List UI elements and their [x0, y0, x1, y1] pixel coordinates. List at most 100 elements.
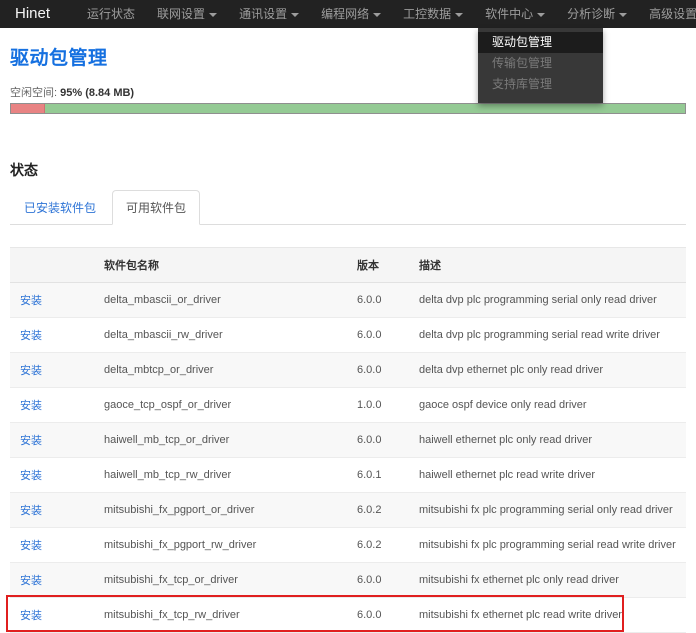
- dropdown-menu-item-label: 传输包管理: [492, 56, 552, 70]
- dropdown-menu-item[interactable]: 驱动包管理: [478, 32, 603, 53]
- progress-used-segment: [11, 104, 45, 113]
- package-row: 安装 mitsubishi_fx_tcp_rw_driver 6.0.0 mit…: [10, 598, 686, 633]
- packages-table-wrap: 软件包名称 版本 描述 安装 delta_mbascii_or_driver 6…: [10, 247, 686, 633]
- caret-down-icon: [209, 13, 217, 17]
- package-description-cell: gaoce ospf device only read driver: [409, 388, 686, 423]
- package-row: 安装 haiwell_mb_tcp_rw_driver 6.0.1 haiwel…: [10, 458, 686, 493]
- package-name-cell: haiwell_mb_tcp_rw_driver: [94, 458, 347, 493]
- install-link[interactable]: 安装: [20, 470, 42, 482]
- caret-down-icon: [619, 13, 627, 17]
- package-name-cell: haiwell_mb_tcp_or_driver: [94, 423, 347, 458]
- caret-down-icon: [537, 13, 545, 17]
- install-link[interactable]: 安装: [20, 540, 42, 552]
- install-link[interactable]: 安装: [20, 365, 42, 377]
- software-center-dropdown: 驱动包管理 传输包管理 支持库管理: [478, 28, 603, 103]
- navbar-menu: 运行状态 联网设置 通讯设置 编程网络 工控数据 软件中心 分析诊断 高级设置 …: [76, 0, 696, 28]
- package-name-cell: delta_mbtcp_or_driver: [94, 353, 347, 388]
- header-package-name: 软件包名称: [94, 248, 347, 283]
- package-description-cell: delta dvp plc programming serial read wr…: [409, 318, 686, 353]
- free-space-progress-bar: [10, 103, 686, 114]
- dropdown-menu-item-label: 驱动包管理: [492, 35, 552, 49]
- caret-down-icon: [291, 13, 299, 17]
- package-description-cell: delta dvp plc programming serial only re…: [409, 283, 686, 318]
- install-link[interactable]: 安装: [20, 505, 42, 517]
- package-name-cell: delta_mbascii_or_driver: [94, 283, 347, 318]
- package-version-cell: 6.0.0: [347, 563, 409, 598]
- install-link[interactable]: 安装: [20, 575, 42, 587]
- navbar-menu-item-label: 软件中心: [485, 7, 533, 21]
- navbar-menu-item[interactable]: 联网设置: [146, 0, 228, 28]
- package-version-cell: 6.0.2: [347, 528, 409, 563]
- top-navbar: Hinet 运行状态 联网设置 通讯设置 编程网络 工控数据 软件中心 分析诊断…: [0, 0, 696, 28]
- navbar-menu-item-label: 分析诊断: [567, 7, 615, 21]
- package-version-cell: 6.0.0: [347, 598, 409, 633]
- navbar-menu-item-label: 联网设置: [157, 7, 205, 21]
- package-version-cell: 1.0.0: [347, 388, 409, 423]
- navbar-menu-item[interactable]: 编程网络: [310, 0, 392, 28]
- package-row: 安装 mitsubishi_fx_tcp_or_driver 6.0.0 mit…: [10, 563, 686, 598]
- install-cell: 安装: [10, 318, 94, 353]
- caret-down-icon: [373, 13, 381, 17]
- package-tab[interactable]: 已安装软件包: [10, 190, 110, 225]
- navbar-menu-item[interactable]: 运行状态: [76, 0, 146, 28]
- install-cell: 安装: [10, 353, 94, 388]
- package-version-cell: 6.0.0: [347, 353, 409, 388]
- install-cell: 安装: [10, 388, 94, 423]
- package-tab-label: 可用软件包: [126, 201, 186, 215]
- package-row: 安装 delta_mbascii_rw_driver 6.0.0 delta d…: [10, 318, 686, 353]
- package-name-cell: delta_mbascii_rw_driver: [94, 318, 347, 353]
- package-description-cell: delta dvp ethernet plc only read driver: [409, 353, 686, 388]
- install-link[interactable]: 安装: [20, 435, 42, 447]
- navbar-menu-item[interactable]: 软件中心: [474, 0, 556, 28]
- navbar-menu-item[interactable]: 高级设置: [638, 0, 696, 28]
- dropdown-menu-item-label: 支持库管理: [492, 77, 552, 91]
- package-description-cell: mitsubishi fx plc programming serial onl…: [409, 493, 686, 528]
- install-cell: 安装: [10, 598, 94, 633]
- brand-logo[interactable]: Hinet: [0, 0, 62, 28]
- free-space-value: 95% (8.84 MB): [60, 87, 134, 99]
- dropdown-menu-item[interactable]: 传输包管理: [478, 53, 603, 74]
- dropdown-menu-item[interactable]: 支持库管理: [478, 74, 603, 95]
- navbar-menu-item-label: 运行状态: [87, 7, 135, 21]
- package-description-cell: haiwell ethernet plc read write driver: [409, 458, 686, 493]
- install-link[interactable]: 安装: [20, 295, 42, 307]
- package-row: 安装 delta_mbtcp_or_driver 6.0.0 delta dvp…: [10, 353, 686, 388]
- package-name-cell: mitsubishi_fx_pgport_or_driver: [94, 493, 347, 528]
- header-version: 版本: [347, 248, 409, 283]
- install-link[interactable]: 安装: [20, 330, 42, 342]
- package-version-cell: 6.0.1: [347, 458, 409, 493]
- package-description-cell: haiwell ethernet plc only read driver: [409, 423, 686, 458]
- navbar-menu-item[interactable]: 工控数据: [392, 0, 474, 28]
- package-row: 安装 gaoce_tcp_ospf_or_driver 1.0.0 gaoce …: [10, 388, 686, 423]
- header-action: [10, 248, 94, 283]
- packages-table: 软件包名称 版本 描述 安装 delta_mbascii_or_driver 6…: [10, 247, 686, 633]
- install-cell: 安装: [10, 493, 94, 528]
- navbar-menu-item-label: 编程网络: [321, 7, 369, 21]
- status-heading: 状态: [10, 160, 686, 180]
- navbar-menu-item[interactable]: 通讯设置: [228, 0, 310, 28]
- package-description-cell: mitsubishi fx ethernet plc read write dr…: [409, 598, 686, 633]
- package-tab-label: 已安装软件包: [24, 201, 96, 215]
- install-cell: 安装: [10, 423, 94, 458]
- free-space-label-text: 空闲空间:: [10, 87, 57, 99]
- navbar-menu-item[interactable]: 分析诊断: [556, 0, 638, 28]
- package-name-cell: gaoce_tcp_ospf_or_driver: [94, 388, 347, 423]
- package-description-cell: mitsubishi fx plc programming serial rea…: [409, 528, 686, 563]
- package-description-cell: mitsubishi fx ethernet plc only read dri…: [409, 563, 686, 598]
- package-tabs: 已安装软件包 可用软件包: [10, 190, 686, 225]
- caret-down-icon: [455, 13, 463, 17]
- package-row: 安装 delta_mbascii_or_driver 6.0.0 delta d…: [10, 283, 686, 318]
- package-version-cell: 6.0.0: [347, 283, 409, 318]
- package-name-cell: mitsubishi_fx_tcp_or_driver: [94, 563, 347, 598]
- navbar-menu-item-label: 工控数据: [403, 7, 451, 21]
- page-content: 驱动包管理 空闲空间: 95% (8.84 MB) 状态 已安装软件包 可用软件…: [0, 43, 696, 633]
- table-header-row: 软件包名称 版本 描述: [10, 248, 686, 283]
- install-link[interactable]: 安装: [20, 610, 42, 622]
- package-row: 安装 mitsubishi_fx_pgport_rw_driver 6.0.2 …: [10, 528, 686, 563]
- package-name-cell: mitsubishi_fx_pgport_rw_driver: [94, 528, 347, 563]
- package-tab[interactable]: 可用软件包: [112, 190, 200, 225]
- install-link[interactable]: 安装: [20, 400, 42, 412]
- navbar-menu-item-label: 高级设置: [649, 7, 696, 21]
- package-version-cell: 6.0.0: [347, 423, 409, 458]
- package-row: 安装 mitsubishi_fx_pgport_or_driver 6.0.2 …: [10, 493, 686, 528]
